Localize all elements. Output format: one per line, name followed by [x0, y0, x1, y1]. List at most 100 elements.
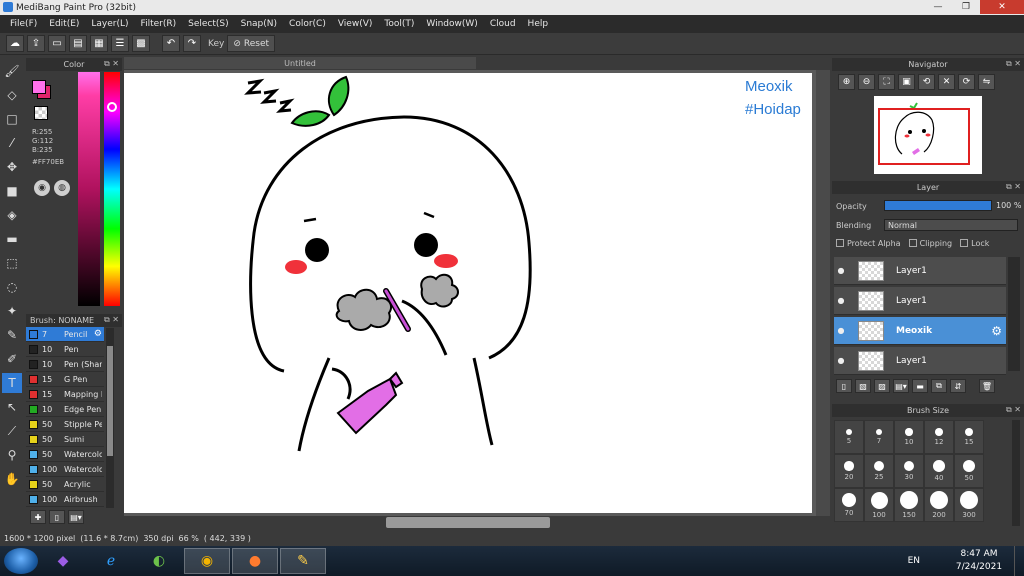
canvas-vertical-scrollbar[interactable] [816, 70, 830, 516]
panel-close-icon[interactable]: ⧉ ✕ [104, 315, 119, 325]
bucket-tool-icon[interactable]: ◈ [2, 205, 22, 225]
menu-file[interactable]: File(F) [4, 19, 43, 29]
select-tool-icon[interactable]: ⬚ [2, 253, 22, 273]
new-layer-icon[interactable]: ▯ [836, 379, 852, 393]
menu-help[interactable]: Help [522, 19, 555, 29]
menu-edit[interactable]: Edit(E) [43, 19, 85, 29]
maximize-button[interactable]: ❐ [952, 0, 980, 14]
brush-item[interactable]: 10 Pen (Sharp) [26, 357, 104, 372]
rotate-right-icon[interactable]: ⟳ [958, 74, 975, 90]
brush-item[interactable]: 7 Pencil ⚙ [26, 327, 104, 342]
brush-item[interactable]: 50 Acrylic [26, 477, 104, 492]
brush-size-cell[interactable]: 30 [894, 454, 924, 488]
add-brush-icon[interactable]: ✚ [30, 510, 46, 524]
brush-size-cell[interactable]: 300 [954, 488, 984, 522]
folder-icon[interactable]: ▬ [912, 379, 928, 393]
list-icon[interactable]: ☰ [111, 35, 129, 52]
zoom-out-icon[interactable]: ⊖ [858, 74, 875, 90]
brush-item[interactable]: 100 Watercolor [26, 462, 104, 477]
menu-layer[interactable]: Layer(L) [85, 19, 134, 29]
fit-window-icon[interactable]: ⛶ [878, 74, 895, 90]
duplicate-layer-icon[interactable]: ▨ [874, 379, 890, 393]
brush-size-cell[interactable]: 200 [924, 488, 954, 522]
share-icon[interactable]: ⇪ [27, 35, 45, 52]
fill-rect-tool-icon[interactable]: ■ [2, 181, 22, 201]
brush-item[interactable]: 10 Edge Pen [26, 402, 104, 417]
comment-icon[interactable]: ▭ [48, 35, 66, 52]
hand-tool-icon[interactable]: ✋ [2, 469, 22, 489]
rectangle-select-tool-icon[interactable]: □ [2, 109, 22, 129]
medibang-taskbar-icon[interactable]: ● [232, 548, 278, 574]
flip-icon[interactable]: ⇋ [978, 74, 995, 90]
protect-alpha-checkbox[interactable]: Protect Alpha [836, 239, 901, 248]
navigator-thumbnail[interactable] [874, 96, 982, 174]
panel-close-icon[interactable]: ⧉ ✕ [1006, 405, 1021, 415]
brush-item[interactable]: 10 Pen [26, 342, 104, 357]
clipping-checkbox[interactable]: Clipping [908, 239, 952, 248]
menu-cloud[interactable]: Cloud [484, 19, 522, 29]
gear-icon[interactable]: ⚙ [94, 329, 102, 339]
menu-filter[interactable]: Filter(R) [135, 19, 183, 29]
magic-wand-tool-icon[interactable]: ✦ [2, 301, 22, 321]
brush-size-cell[interactable]: 70 [834, 488, 864, 522]
transparent-color-swatch[interactable] [34, 106, 48, 120]
brush-menu-icon[interactable]: ▤▾ [68, 510, 84, 524]
layer-row[interactable]: ● Layer1 [834, 287, 1006, 315]
start-button[interactable] [4, 548, 38, 574]
gear-icon[interactable]: ⚙ [991, 324, 1002, 338]
text-tool-icon[interactable]: T [2, 373, 22, 393]
navigator-view-rectangle[interactable] [878, 108, 970, 165]
layer-row[interactable]: ● Meoxik ⚙ [834, 317, 1006, 345]
lasso-tool-icon[interactable]: ◌ [2, 277, 22, 297]
redo-icon[interactable]: ↷ [183, 35, 201, 52]
eraser-tool-icon[interactable]: ◇ [2, 85, 22, 105]
eye-icon[interactable]: ● [834, 326, 848, 335]
brush-item[interactable]: 15 Mapping Pen [26, 387, 104, 402]
menu-snap[interactable]: Snap(N) [235, 19, 283, 29]
system-clock[interactable]: 8:47 AM 7/24/2021 [944, 548, 1014, 574]
reset-rotation-icon[interactable]: ✕ [938, 74, 955, 90]
brush-size-scrollbar[interactable] [1012, 420, 1020, 526]
cloud-icon[interactable]: ☁ [6, 35, 24, 52]
eye-icon[interactable]: ● [834, 356, 848, 365]
menu-select[interactable]: Select(S) [182, 19, 235, 29]
brush-item[interactable]: 50 Watercolor [26, 447, 104, 462]
language-indicator[interactable]: EN [908, 556, 920, 566]
brush-size-cell[interactable]: 50 [954, 454, 984, 488]
rotate-left-icon[interactable]: ⟲ [918, 74, 935, 90]
brush-size-cell[interactable]: 7 [864, 420, 894, 454]
zoom-in-icon[interactable]: ⊕ [838, 74, 855, 90]
layer-row[interactable]: ● Layer1 [834, 347, 1006, 375]
minimize-button[interactable]: — [924, 0, 952, 14]
undo-icon[interactable]: ↶ [162, 35, 180, 52]
reset-button[interactable]: ⊘ Reset [227, 35, 276, 52]
dot-tool-icon[interactable]: ⁄ [2, 133, 22, 153]
brush-item[interactable]: 50 Sumi [26, 432, 104, 447]
panel-close-icon[interactable]: ⧉ ✕ [1006, 59, 1021, 69]
brush-size-cell[interactable]: 40 [924, 454, 954, 488]
close-button[interactable]: ✕ [980, 0, 1024, 14]
grid-icon[interactable]: ▩ [132, 35, 150, 52]
select-eraser-tool-icon[interactable]: ✐ [2, 349, 22, 369]
brush-item[interactable]: 50 Stipple Pen [26, 417, 104, 432]
brush-size-cell[interactable]: 20 [834, 454, 864, 488]
coccoc-browser-icon[interactable]: ◐ [136, 548, 182, 574]
brush-size-cell[interactable]: 150 [894, 488, 924, 522]
drawing-canvas[interactable]: Meoxik #Hoidap [124, 73, 812, 513]
gradient-tool-icon[interactable]: ▬ [2, 229, 22, 249]
operation-tool-icon[interactable]: ↖ [2, 397, 22, 417]
brush-item[interactable]: 15 G Pen [26, 372, 104, 387]
panel-close-icon[interactable]: ⧉ ✕ [1006, 182, 1021, 192]
new-halftone-layer-icon[interactable]: ▧ [855, 379, 871, 393]
menu-tool[interactable]: Tool(T) [378, 19, 420, 29]
blending-select[interactable]: Normal [884, 219, 1018, 231]
internet-explorer-icon[interactable]: ℯ [88, 548, 134, 574]
actual-size-icon[interactable]: ▣ [898, 74, 915, 90]
layer-row[interactable]: ● Layer1 [834, 257, 1006, 285]
layer-list-scrollbar[interactable] [1008, 257, 1020, 371]
paint-icon[interactable]: ✎ [280, 548, 326, 574]
show-desktop-button[interactable] [1014, 546, 1024, 576]
brush-scroll-thumb[interactable] [107, 346, 113, 456]
foreground-color-swatch[interactable] [32, 80, 46, 94]
saturation-value-slider[interactable] [78, 72, 100, 306]
